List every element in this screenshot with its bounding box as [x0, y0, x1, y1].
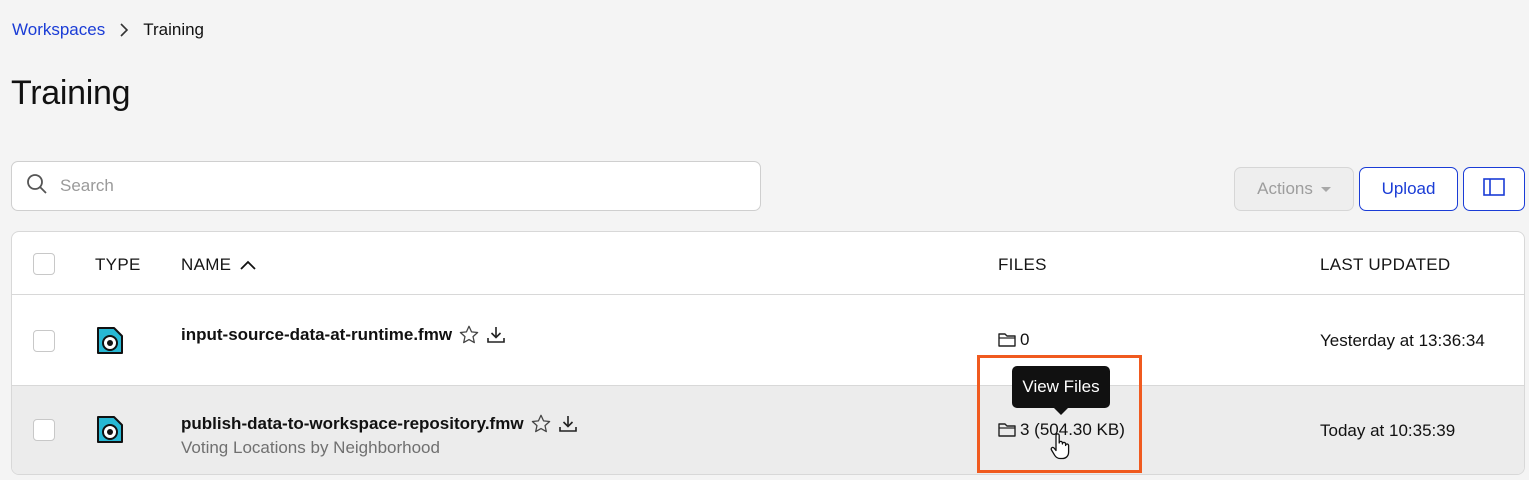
caret-down-icon: [1320, 186, 1331, 192]
chevron-right-icon: [119, 22, 129, 38]
table-row[interactable]: input-source-data-at-runtime.fmw 0 Yeste…: [12, 296, 1524, 386]
table-header: TYPE NAME FILES LAST UPDATED: [12, 232, 1524, 295]
row-checkbox[interactable]: [33, 330, 55, 352]
breadcrumb: Workspaces Training: [12, 20, 204, 40]
column-header-name[interactable]: NAME: [181, 255, 256, 275]
page-title: Training: [11, 74, 131, 112]
table-row[interactable]: publish-data-to-workspace-repository.fmw…: [12, 386, 1524, 474]
row-name-cell: input-source-data-at-runtime.fmw: [181, 324, 506, 346]
download-icon[interactable]: [558, 414, 578, 434]
row-name-cell: publish-data-to-workspace-repository.fmw…: [181, 413, 578, 458]
workspace-table: TYPE NAME FILES LAST UPDATED input-sourc…: [11, 231, 1525, 475]
columns-icon: [1483, 177, 1505, 201]
column-header-files[interactable]: FILES: [998, 255, 1047, 275]
star-icon[interactable]: [530, 413, 552, 435]
actions-button[interactable]: Actions: [1234, 167, 1354, 211]
upload-button[interactable]: Upload: [1359, 167, 1458, 211]
row-files-cell[interactable]: 0: [998, 330, 1029, 350]
download-icon[interactable]: [486, 325, 506, 345]
workspace-name-link[interactable]: input-source-data-at-runtime.fmw: [181, 325, 452, 345]
workspace-icon: [95, 415, 125, 445]
star-icon[interactable]: [458, 324, 480, 346]
actions-button-label: Actions: [1257, 179, 1313, 198]
column-header-name-label: NAME: [181, 255, 232, 274]
breadcrumb-workspaces-link[interactable]: Workspaces: [12, 20, 105, 40]
workspace-icon: [95, 326, 125, 356]
hand-cursor-icon: [1050, 432, 1070, 465]
view-files-tooltip: View Files: [1012, 366, 1110, 415]
columns-toggle-button[interactable]: [1463, 167, 1525, 211]
workspace-name-link[interactable]: publish-data-to-workspace-repository.fmw: [181, 414, 524, 434]
search-icon: [26, 173, 48, 200]
last-updated: Today at 10:35:39: [1320, 421, 1456, 440]
workspace-description: Voting Locations by Neighborhood: [181, 438, 440, 457]
folder-icon: [998, 332, 1017, 348]
column-header-last-updated[interactable]: LAST UPDATED: [1320, 255, 1451, 275]
files-count: 0: [1020, 330, 1030, 349]
sort-ascending-icon: [240, 260, 256, 270]
select-all-checkbox[interactable]: [33, 253, 55, 275]
search-input[interactable]: [58, 175, 708, 197]
breadcrumb-current: Training: [143, 20, 205, 39]
row-checkbox[interactable]: [33, 419, 55, 441]
column-header-type[interactable]: TYPE: [95, 255, 141, 275]
last-updated: Yesterday at 13:36:34: [1320, 331, 1485, 350]
search-box[interactable]: [11, 161, 761, 211]
